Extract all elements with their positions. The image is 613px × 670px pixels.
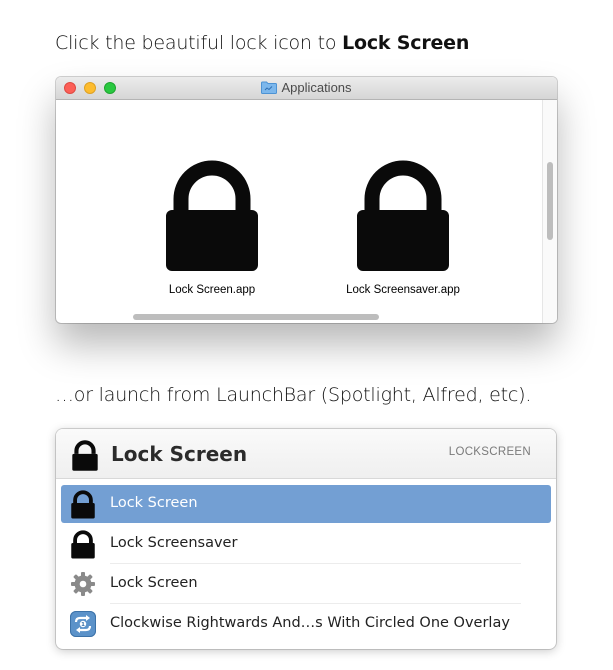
repeat-once-icon: 1: [70, 611, 96, 637]
finder-content: Lock Screen.app Lock Screensaver.app: [56, 100, 557, 323]
result-label: Lock Screensaver: [110, 535, 238, 551]
caption-bold-text: Lock Screen: [342, 32, 470, 54]
result-row-lock-screensaver[interactable]: Lock Screensaver: [61, 525, 551, 564]
row-divider: [110, 603, 521, 604]
lock-icon: [71, 490, 95, 519]
svg-text:1: 1: [81, 622, 85, 628]
launchbar-header[interactable]: Lock Screen LOCKSCREEN: [56, 429, 556, 479]
app-label: Lock Screensaver.app: [346, 284, 460, 296]
window-title: Applications: [56, 80, 557, 95]
lock-icon: [357, 160, 449, 271]
lock-icon: [72, 440, 98, 471]
vertical-scrollbar[interactable]: [542, 100, 557, 323]
window-titlebar[interactable]: Applications: [56, 77, 557, 100]
instruction-caption: Click the beautiful lock icon to Lock Sc…: [55, 32, 469, 54]
result-label: Lock Screen: [110, 495, 198, 511]
result-label: Clockwise Rightwards And…s With Circled …: [110, 615, 510, 631]
folder-icon: [261, 81, 278, 94]
launchbar-abbreviation: LOCKSCREEN: [448, 446, 531, 458]
result-row-lock-screen-action[interactable]: Lock Screen: [61, 565, 551, 604]
app-label: Lock Screen.app: [168, 284, 256, 296]
result-row-lock-screen[interactable]: Lock Screen: [61, 485, 551, 523]
caption-text: Click the beautiful lock icon to: [55, 32, 343, 54]
window-title-text: Applications: [281, 80, 352, 95]
lock-icon: [71, 530, 95, 559]
launchbar-caption: …or launch from LaunchBar (Spotlight, Al…: [55, 384, 532, 406]
app-item-lock-screen[interactable]: Lock Screen.app: [137, 156, 287, 296]
launchbar-panel: Lock Screen LOCKSCREEN Lock Screen Lock …: [56, 429, 556, 649]
vertical-scroll-thumb[interactable]: [547, 162, 553, 240]
horizontal-scroll-thumb[interactable]: [133, 314, 379, 320]
finder-window: Applications Lock Screen.app Lock Screen…: [56, 77, 557, 323]
row-divider: [110, 563, 521, 564]
result-row-repeat-once-symbol[interactable]: 1 Clockwise Rightwards And…s With Circle…: [61, 605, 551, 643]
result-label: Lock Screen: [110, 575, 198, 591]
app-item-lock-screensaver[interactable]: Lock Screensaver.app: [328, 156, 478, 296]
gear-icon: [71, 572, 95, 596]
launchbar-title: Lock Screen: [111, 442, 248, 466]
lock-icon: [166, 160, 258, 271]
